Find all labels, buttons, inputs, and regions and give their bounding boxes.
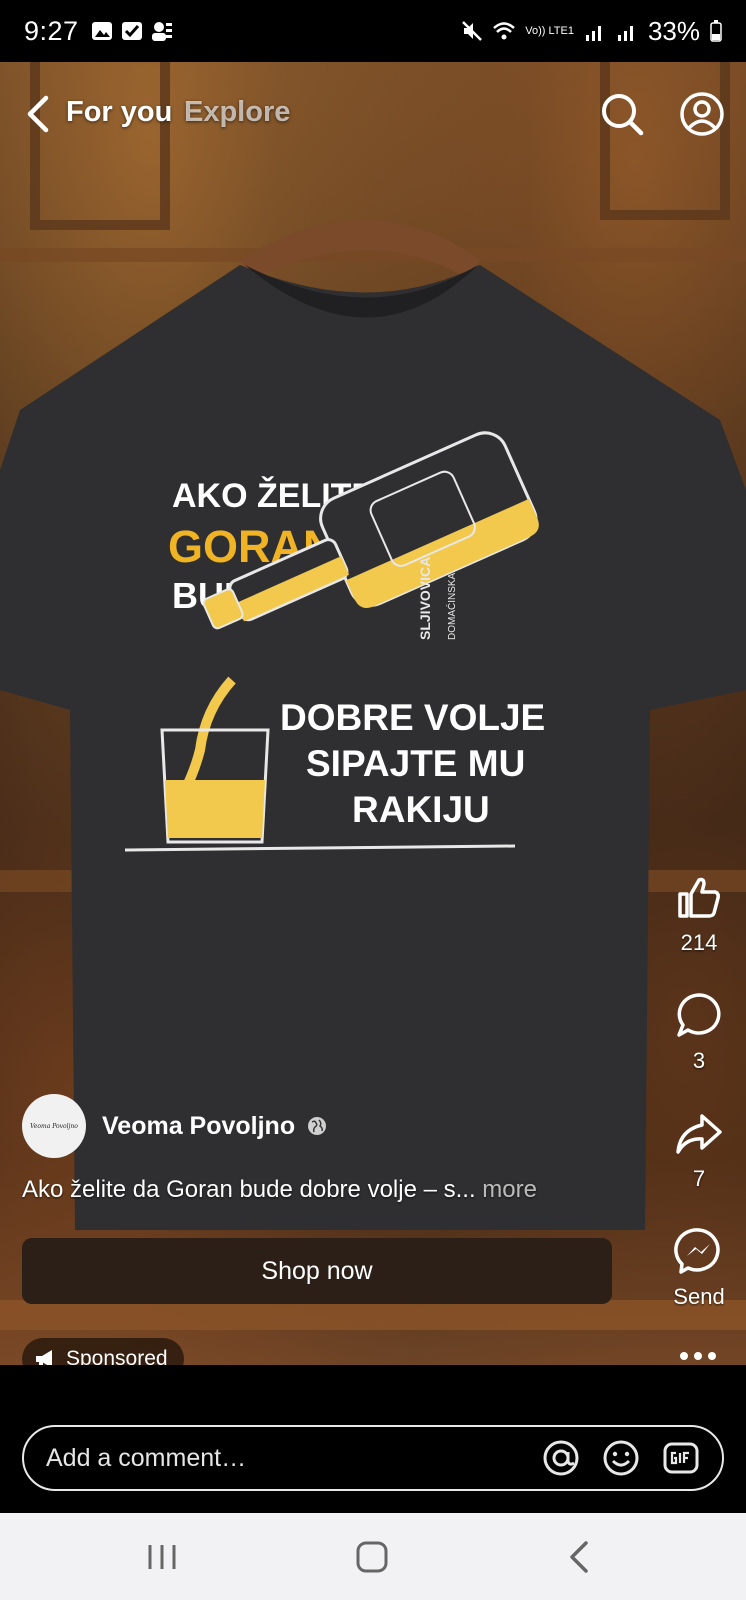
bottle-sublabel: DOMAĆINSKA (445, 572, 458, 640)
more-options-icon[interactable] (676, 1346, 720, 1366)
checkbox-icon (121, 22, 142, 40)
signal-icon (585, 26, 601, 41)
caption-text: Ako želite da Goran bude dobre volje – s… (22, 1176, 476, 1203)
status-bar: 9:27 Vo)) LTE1 33% (0, 0, 746, 62)
wifi-icon (493, 22, 516, 40)
emoji-icon[interactable] (602, 1439, 640, 1477)
comment-input[interactable]: Add a comment… (22, 1425, 724, 1491)
home-icon[interactable] (350, 1535, 394, 1579)
contacts-icon (151, 22, 172, 41)
profile-icon[interactable] (678, 90, 726, 138)
back-arrow-icon[interactable] (20, 94, 56, 134)
post-media[interactable]: AKO ŽELITE DA GORAN BUDE DOBRE VOLJE SIP… (0, 0, 746, 1365)
background-shelf (0, 1300, 746, 1330)
comment-button[interactable]: 3 (660, 990, 738, 1074)
system-status-icons: Vo)) LTE1 33% (461, 16, 722, 47)
gallery-icon (91, 22, 112, 40)
globe-icon (308, 1117, 327, 1135)
status-time: 9:27 (24, 15, 79, 46)
battery-percent: 33% (647, 15, 700, 46)
comment-bubble-icon (677, 993, 721, 1037)
share-count: 7 (692, 1166, 706, 1191)
notification-icons (91, 20, 173, 42)
messenger-icon (674, 1228, 720, 1274)
post-author[interactable]: Veoma Povoljno Veoma Povoljno (22, 1094, 327, 1158)
search-icon[interactable] (598, 90, 646, 138)
mute-icon (462, 21, 483, 41)
mention-icon[interactable] (542, 1439, 580, 1477)
recent-apps-icon[interactable] (140, 1535, 184, 1579)
battery-icon (710, 20, 722, 42)
author-name[interactable]: Veoma Povoljno (102, 1112, 295, 1141)
shirt-text-line4: DOBRE VOLJE (280, 697, 545, 738)
shop-now-label: Shop now (261, 1256, 373, 1285)
system-navigation-bar (0, 1513, 746, 1600)
comment-count: 3 (692, 1048, 706, 1073)
share-arrow-icon (676, 1114, 722, 1154)
tshirt-image: AKO ŽELITE DA GORAN BUDE DOBRE VOLJE SIP… (0, 220, 746, 1230)
top-navigation: For you Explore (0, 84, 746, 144)
send-button[interactable]: Send (660, 1226, 738, 1310)
tab-explore[interactable]: Explore (184, 96, 290, 129)
signal-roaming-icon (617, 26, 633, 41)
caption-more-link[interactable]: more (482, 1176, 537, 1203)
shirt-text-line6: RAKIJU (352, 789, 490, 830)
system-back-icon[interactable] (558, 1535, 602, 1579)
share-button[interactable]: 7 (660, 1108, 738, 1192)
avatar-text: Veoma Povoljno (30, 1122, 78, 1130)
post-caption[interactable]: Ako želite da Goran bude dobre volje – s… (22, 1176, 537, 1204)
tab-for-you[interactable]: For you (66, 96, 172, 129)
gif-icon[interactable] (662, 1439, 700, 1477)
comment-tools (542, 1439, 700, 1477)
network-type: Vo)) LTE1 (525, 24, 574, 37)
shop-now-button[interactable]: Shop now (22, 1238, 612, 1304)
send-label: Send (673, 1284, 725, 1309)
like-count: 214 (680, 930, 718, 955)
shirt-text-line5: SIPAJTE MU (306, 743, 525, 784)
bottle-label: SLJIVOVICA (417, 557, 433, 640)
avatar[interactable]: Veoma Povoljno (22, 1094, 86, 1158)
comment-placeholder: Add a comment… (46, 1443, 247, 1472)
like-button[interactable]: 214 (660, 872, 738, 956)
comment-area: Add a comment… (0, 1365, 746, 1513)
thumbs-up-icon (678, 877, 720, 918)
